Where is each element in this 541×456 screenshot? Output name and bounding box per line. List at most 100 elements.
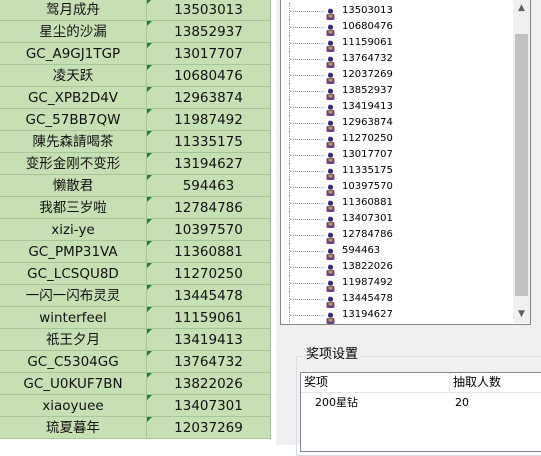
user-id-cell[interactable]: 594463	[147, 175, 271, 197]
comment-marker-icon	[147, 197, 152, 202]
tree-item[interactable]: 10680476	[281, 19, 513, 36]
user-icon	[325, 165, 336, 180]
chevron-down-icon[interactable]: ▼	[513, 306, 530, 323]
nickname-cell[interactable]: GC_PMP31VA	[0, 241, 147, 263]
user-id-cell[interactable]: 13822026	[147, 373, 271, 395]
tree-item[interactable]: 13407301	[281, 211, 513, 228]
nickname-cell[interactable]: winterfeel	[0, 307, 147, 329]
comment-marker-icon	[147, 65, 152, 70]
tree-connector	[290, 75, 324, 76]
user-id-cell[interactable]: 13764732	[147, 351, 271, 373]
user-icon	[325, 149, 336, 164]
user-id-cell[interactable]: 12037269	[147, 417, 271, 439]
tree-item-label: 10680476	[342, 21, 393, 32]
comment-marker-icon	[147, 21, 152, 26]
user-id-cell[interactable]: 13419413	[147, 329, 271, 351]
nickname-cell[interactable]: 陳先森請喝茶	[0, 131, 147, 153]
nickname-cell[interactable]: 一闪一闪布灵灵	[0, 285, 147, 307]
user-icon	[325, 53, 336, 68]
tree-item[interactable]: 12037269	[281, 67, 513, 84]
user-id-text: 13407301	[174, 398, 243, 414]
nickname-cell[interactable]: 我都三岁啦	[0, 197, 147, 219]
user-id-cell[interactable]: 11270250	[147, 263, 271, 285]
chevron-up-icon[interactable]: ▲	[513, 0, 530, 17]
user-id-cell[interactable]: 11335175	[147, 131, 271, 153]
user-id-cell[interactable]: 13852937	[147, 21, 271, 43]
user-id-cell[interactable]: 10680476	[147, 65, 271, 87]
tree-connector	[290, 187, 324, 188]
user-id-cell[interactable]: 13503013	[147, 0, 271, 21]
tree-item[interactable]: 11360881	[281, 195, 513, 212]
sheet-row: GC_XPB2D4V 12963874	[0, 87, 276, 109]
column-header-prize[interactable]: 奖项	[301, 373, 450, 392]
nickname-cell[interactable]: xizi-ye	[0, 219, 147, 241]
nickname-cell[interactable]: GC_U0KUF7BN	[0, 373, 147, 395]
tree-item-label: 12037269	[342, 69, 393, 80]
tree-items: 13503013 10680476 11159061 13764732 12037269…	[281, 3, 513, 324]
sheet-row: 懒散君 594463	[0, 175, 276, 197]
tree-item[interactable]: 13764732	[281, 51, 513, 68]
column-header-count[interactable]: 抽取人数	[450, 373, 541, 392]
scrollbar-thumb[interactable]	[515, 34, 528, 296]
nickname-cell[interactable]: GC_LCSQU8D	[0, 263, 147, 285]
user-id-cell[interactable]: 12963874	[147, 87, 271, 109]
user-id-text: 13852937	[174, 24, 243, 40]
nickname-cell[interactable]: 星尘的沙漏	[0, 21, 147, 43]
nickname-cell[interactable]: 祇王夕月	[0, 329, 147, 351]
prize-count: 20	[455, 396, 469, 409]
user-id-text: 13503013	[174, 2, 243, 18]
comment-marker-icon	[147, 351, 152, 356]
user-id-cell[interactable]: 11360881	[147, 241, 271, 263]
prize-row[interactable]: 200星钻 20	[301, 394, 541, 412]
nickname-cell[interactable]: 凌天跃	[0, 65, 147, 87]
tree-scrollbar[interactable]: ▲ ▼	[513, 0, 530, 323]
prize-list[interactable]: 奖项 抽取人数 200星钻 20	[300, 372, 541, 452]
sheet-row: GC_C5304GG 13764732	[0, 351, 276, 373]
tree-item[interactable]: 13445478	[281, 291, 513, 308]
tree-item[interactable]: 13822026	[281, 259, 513, 276]
user-icon	[325, 5, 336, 20]
user-id-cell[interactable]: 13017707	[147, 43, 271, 65]
nickname-cell[interactable]: xiaoyuee	[0, 395, 147, 417]
user-id-cell[interactable]: 11987492	[147, 109, 271, 131]
comment-marker-icon	[147, 329, 152, 334]
nickname-cell[interactable]: 懒散君	[0, 175, 147, 197]
user-id-cell[interactable]: 11159061	[147, 307, 271, 329]
nickname-cell[interactable]: 琉夏暮年	[0, 417, 147, 439]
tree-item[interactable]: 11270250	[281, 131, 513, 148]
participant-tree[interactable]: 13503013 10680476 11159061 13764732 12037269…	[280, 0, 531, 325]
sheet-row: GC_PMP31VA 11360881	[0, 241, 276, 263]
user-id-cell[interactable]: 13194627	[147, 153, 271, 175]
nickname-cell[interactable]: 驾月成舟	[0, 0, 147, 21]
tree-item[interactable]: 13852937	[281, 83, 513, 100]
comment-marker-icon	[147, 241, 152, 246]
user-id-text: 13419413	[174, 332, 243, 348]
tree-connector	[290, 11, 324, 12]
user-id-cell[interactable]: 13445478	[147, 285, 271, 307]
tree-item[interactable]: 11987492	[281, 275, 513, 292]
tree-item[interactable]: 12963874	[281, 115, 513, 132]
tree-item[interactable]: 11335175	[281, 163, 513, 180]
tree-item[interactable]: 594463	[281, 243, 513, 260]
tree-item-label: 11335175	[342, 165, 393, 176]
tree-item[interactable]: 12784786	[281, 227, 513, 244]
nickname-cell[interactable]: GC_C5304GG	[0, 351, 147, 373]
user-id-cell[interactable]: 10397570	[147, 219, 271, 241]
user-id-text: 11987492	[174, 112, 243, 128]
user-id-cell[interactable]: 13407301	[147, 395, 271, 417]
tree-item-label: 12784786	[342, 229, 393, 240]
nickname-cell[interactable]: 变形金刚不变形	[0, 153, 147, 175]
comment-marker-icon	[147, 285, 152, 290]
user-id-text: 10680476	[174, 68, 243, 84]
tree-item[interactable]: 13194627	[281, 307, 513, 324]
tree-item[interactable]: 11159061	[281, 35, 513, 52]
tree-connector	[290, 91, 324, 92]
nickname-cell[interactable]: GC_57BB7QW	[0, 109, 147, 131]
nickname-cell[interactable]: GC_A9GJ1TGP	[0, 43, 147, 65]
user-id-cell[interactable]: 12784786	[147, 197, 271, 219]
tree-item[interactable]: 13017707	[281, 147, 513, 164]
tree-item[interactable]: 13503013	[281, 3, 513, 20]
nickname-cell[interactable]: GC_XPB2D4V	[0, 87, 147, 109]
tree-item[interactable]: 10397570	[281, 179, 513, 196]
tree-item[interactable]: 13419413	[281, 99, 513, 116]
